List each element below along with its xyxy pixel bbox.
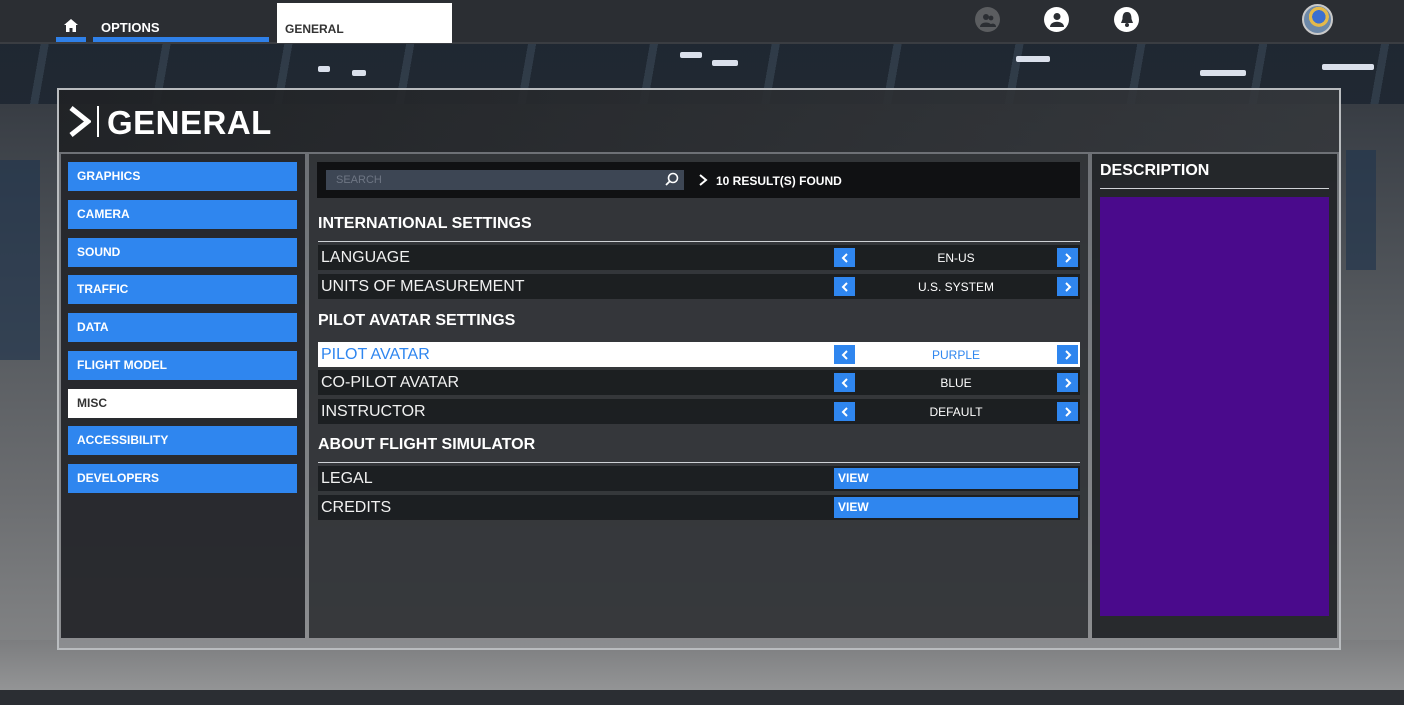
- tab-general[interactable]: GENERAL: [277, 3, 452, 43]
- previous-value-button[interactable]: [834, 277, 855, 296]
- chevron-right-icon: [1064, 252, 1071, 263]
- setting-label: CREDITS: [321, 499, 392, 516]
- ceiling-light: [680, 52, 702, 58]
- next-value-button[interactable]: [1057, 277, 1078, 296]
- setting-label: CO-PILOT AVATAR: [321, 374, 460, 391]
- next-value-button[interactable]: [1057, 373, 1078, 392]
- setting-row-credits: CREDITS VIEW: [318, 495, 1080, 520]
- section-title-about: ABOUT FLIGHT SIMULATOR: [318, 436, 536, 453]
- sidebar-item-misc[interactable]: MISC: [68, 389, 297, 418]
- page-title: GENERAL: [107, 104, 272, 141]
- view-legal-button[interactable]: VIEW: [834, 468, 1078, 489]
- ceiling-light: [1200, 70, 1246, 76]
- next-value-button[interactable]: [1057, 248, 1078, 267]
- setting-label: UNITS OF MEASUREMENT: [321, 278, 525, 295]
- friends-icon[interactable]: [975, 7, 1000, 32]
- top-bar: OPTIONS GENERAL: [0, 0, 1404, 44]
- section-title-pilot-avatar: PILOT AVATAR SETTINGS: [318, 312, 516, 329]
- home-icon: [64, 18, 78, 32]
- chevron-left-icon: [841, 281, 848, 292]
- home-button[interactable]: [56, 10, 86, 42]
- previous-value-button[interactable]: [834, 345, 855, 364]
- description-divider: [1100, 188, 1329, 189]
- results-count: 10 RESULT(S) FOUND: [716, 174, 842, 188]
- bell-glyph: [1120, 12, 1133, 27]
- previous-value-button[interactable]: [834, 248, 855, 267]
- chevron-left-icon: [841, 252, 848, 263]
- next-value-button[interactable]: [1057, 402, 1078, 421]
- profile-glyph: [1049, 13, 1064, 27]
- setting-label: PILOT AVATAR: [321, 346, 430, 363]
- setting-row-language[interactable]: LANGUAGE EN-US: [318, 245, 1080, 270]
- user-avatar[interactable]: [1302, 4, 1333, 35]
- setting-row-pilot-avatar[interactable]: PILOT AVATAR PURPLE: [318, 342, 1080, 367]
- sidebar-item-flight-model[interactable]: FLIGHT MODEL: [68, 351, 297, 380]
- setting-label: INSTRUCTOR: [321, 403, 426, 420]
- chevron-left-icon: [841, 349, 848, 360]
- hangar-wall: [0, 160, 40, 360]
- friends-glyph: [979, 13, 996, 27]
- sidebar-item-accessibility[interactable]: ACCESSIBILITY: [68, 426, 297, 455]
- options-breadcrumb[interactable]: OPTIONS: [93, 10, 269, 42]
- chevron-right-icon: [1064, 406, 1071, 417]
- setting-row-legal: LEGAL VIEW: [318, 466, 1080, 491]
- ceiling-light: [318, 66, 330, 72]
- setting-row-units[interactable]: UNITS OF MEASUREMENT U.S. SYSTEM: [318, 274, 1080, 299]
- section-divider: [318, 462, 1080, 463]
- chevron-right-icon: [1064, 349, 1071, 360]
- search-icon[interactable]: [665, 172, 679, 186]
- chevron-left-icon: [841, 377, 848, 388]
- sidebar-item-camera[interactable]: CAMERA: [68, 200, 297, 229]
- section-divider: [318, 241, 1080, 242]
- avatar-color-preview: [1100, 197, 1329, 616]
- chevron-right-icon: [1064, 377, 1071, 388]
- chevron-right-icon: [69, 106, 91, 137]
- previous-value-button[interactable]: [834, 402, 855, 421]
- chevron-right-icon: [1064, 281, 1071, 292]
- setting-value: U.S. SYSTEM: [917, 280, 994, 294]
- profile-icon[interactable]: [1044, 7, 1069, 32]
- setting-value: EN-US: [937, 251, 975, 265]
- setting-value: DEFAULT: [929, 405, 983, 419]
- setting-row-co-pilot-avatar[interactable]: CO-PILOT AVATAR BLUE: [318, 370, 1080, 395]
- section-title-international: INTERNATIONAL SETTINGS: [318, 215, 532, 232]
- setting-label: LANGUAGE: [321, 249, 410, 266]
- header-separator: [97, 106, 99, 137]
- ceiling-light: [1016, 56, 1050, 62]
- setting-value: BLUE: [940, 376, 972, 390]
- search-input[interactable]: [326, 170, 684, 190]
- setting-value: PURPLE: [931, 348, 981, 362]
- ceiling-light: [352, 70, 366, 76]
- setting-row-instructor[interactable]: INSTRUCTOR DEFAULT: [318, 399, 1080, 424]
- hangar-pillar: [1346, 150, 1376, 270]
- notifications-icon[interactable]: [1114, 7, 1139, 32]
- ceiling-light: [712, 60, 738, 66]
- chevron-left-icon: [841, 406, 848, 417]
- chevron-right-icon: [699, 174, 708, 186]
- next-value-button[interactable]: [1057, 345, 1078, 364]
- bottom-strip: [0, 690, 1404, 705]
- previous-value-button[interactable]: [834, 373, 855, 392]
- setting-label: LEGAL: [321, 470, 373, 487]
- sidebar-item-sound[interactable]: SOUND: [68, 238, 297, 267]
- description-title: DESCRIPTION: [1100, 162, 1210, 179]
- ceiling-light: [1322, 64, 1374, 70]
- sidebar-item-graphics[interactable]: GRAPHICS: [68, 162, 297, 191]
- view-credits-button[interactable]: VIEW: [834, 497, 1078, 518]
- sidebar-item-traffic[interactable]: TRAFFIC: [68, 275, 297, 304]
- sidebar-item-data[interactable]: DATA: [68, 313, 297, 342]
- sidebar-item-developers[interactable]: DEVELOPERS: [68, 464, 297, 493]
